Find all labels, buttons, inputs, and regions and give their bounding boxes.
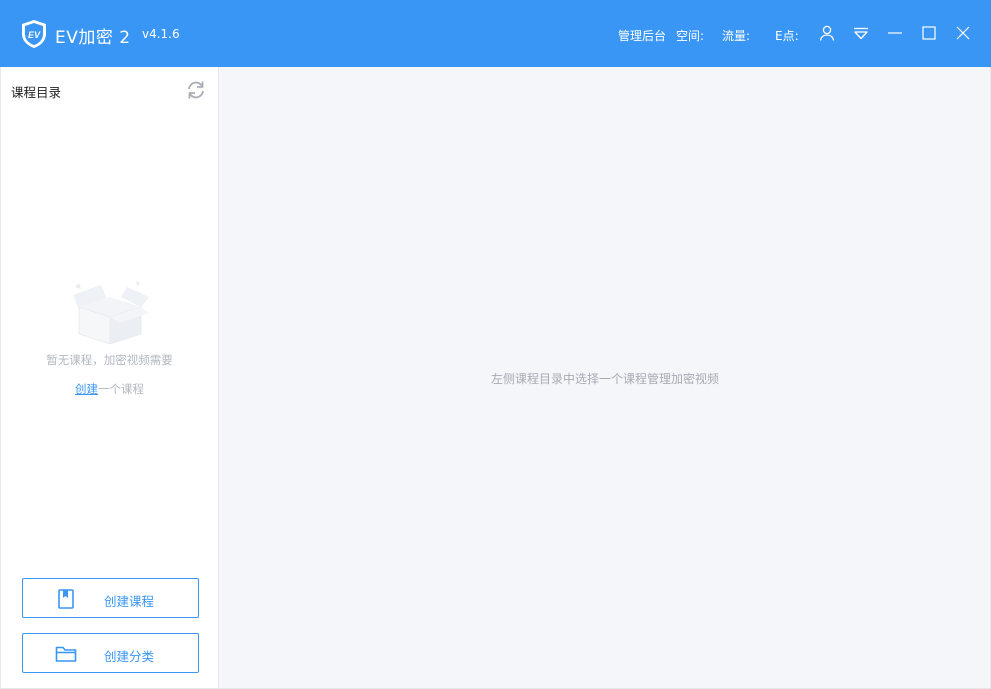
dropdown-menu-icon[interactable]	[852, 24, 870, 42]
empty-message-rest: 一个课程	[98, 382, 144, 396]
create-course-label: 创建课程	[104, 594, 155, 609]
title-bar: EV EV加密 2 v4.1.6 管理后台 空间: 流量: E点:	[0, 0, 991, 67]
minimize-icon[interactable]	[886, 24, 904, 42]
create-category-label: 创建分类	[104, 649, 155, 664]
empty-box-icon	[73, 281, 149, 345]
select-course-hint: 左侧课程目录中选择一个课程管理加密视频	[490, 372, 719, 386]
user-icon[interactable]	[818, 24, 836, 42]
create-course-button[interactable]: 创建课程	[22, 578, 199, 618]
create-category-button[interactable]: 创建分类	[22, 633, 199, 673]
points-label: E点:	[775, 29, 799, 43]
app-logo-icon: EV	[22, 20, 46, 48]
book-icon	[58, 589, 74, 609]
create-course-link[interactable]: 创建	[75, 382, 98, 396]
empty-message: 暂无课程，加密视频需要	[46, 353, 173, 367]
traffic-label: 流量:	[722, 29, 751, 43]
folder-icon	[55, 646, 77, 662]
main-content: 左侧课程目录中选择一个课程管理加密视频	[219, 67, 991, 689]
maximize-icon[interactable]	[920, 24, 938, 42]
app-version: v4.1.6	[142, 27, 180, 41]
space-label: 空间:	[676, 29, 705, 43]
logo-text: EV	[28, 30, 41, 40]
refresh-icon[interactable]	[185, 80, 207, 100]
sidebar-title: 课程目录	[11, 85, 62, 100]
app-title: EV加密 2	[55, 28, 131, 48]
admin-link[interactable]: 管理后台	[618, 27, 666, 44]
course-directory-sidebar: 课程目录 暂无课程，加密视频需要 创建一个课程 创建课程 创建分类	[0, 67, 219, 689]
empty-message-action: 创建一个课程	[1, 381, 218, 397]
close-icon[interactable]	[954, 24, 972, 42]
